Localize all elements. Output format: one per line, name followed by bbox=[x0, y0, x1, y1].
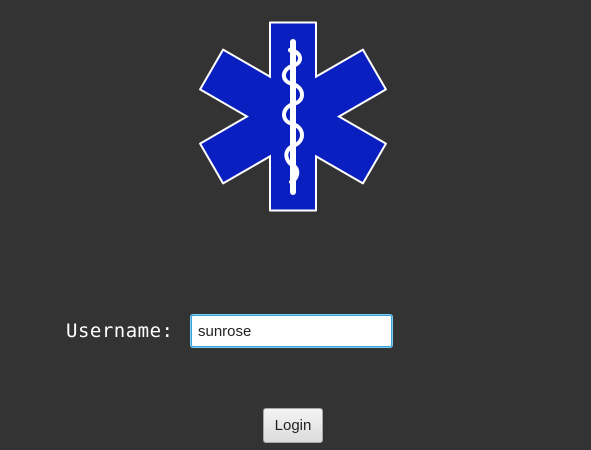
login-screen: Username: Login bbox=[0, 0, 591, 450]
login-button[interactable]: Login bbox=[263, 408, 323, 443]
star-of-life-icon bbox=[195, 20, 391, 213]
username-label: Username: bbox=[66, 320, 174, 342]
username-input[interactable] bbox=[191, 315, 392, 347]
